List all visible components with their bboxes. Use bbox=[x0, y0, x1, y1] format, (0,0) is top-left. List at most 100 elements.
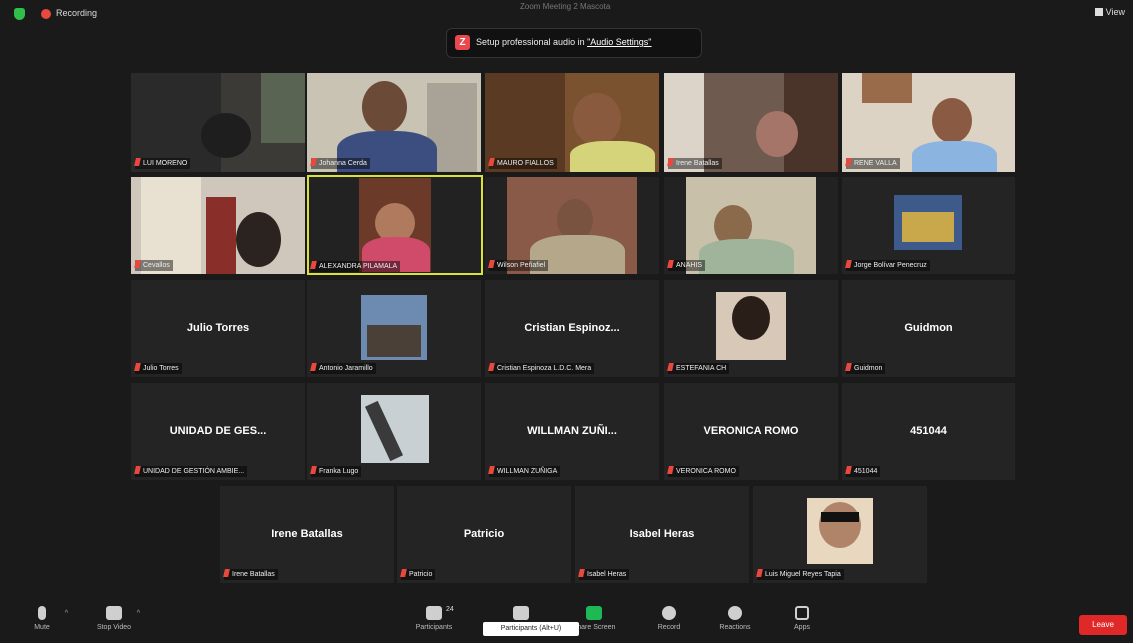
video-tile[interactable]: 451044 451044 bbox=[842, 383, 1015, 480]
participant-display-name: Isabel Heras bbox=[629, 527, 695, 540]
view-button[interactable]: View bbox=[1094, 7, 1125, 17]
participant-name-label: Jorge Bolívar Penecruz bbox=[845, 260, 930, 271]
participant-name-label: ANAHIS bbox=[667, 260, 706, 271]
participant-name-label: UNIDAD DE GESTIÓN AMBIE... bbox=[134, 466, 248, 477]
muted-mic-icon bbox=[756, 569, 763, 577]
video-tile[interactable]: Isabel Heras Isabel Heras bbox=[575, 486, 749, 583]
stop-video-button[interactable]: Stop Video ^ bbox=[86, 600, 142, 631]
muted-mic-icon bbox=[134, 466, 141, 474]
participant-name-label: Isabel Heras bbox=[578, 569, 630, 580]
record-button[interactable]: Record bbox=[641, 600, 697, 631]
muted-mic-icon bbox=[310, 466, 317, 474]
mute-button[interactable]: Mute ^ bbox=[14, 600, 70, 631]
participant-name-label: Julio Torres bbox=[134, 363, 182, 374]
video-tile[interactable]: UNIDAD DE GES... UNIDAD DE GESTIÓN AMBIE… bbox=[131, 383, 305, 480]
muted-mic-icon bbox=[134, 363, 141, 371]
video-tile-active-speaker[interactable]: ALEXANDRA PILAMALA bbox=[307, 175, 483, 275]
video-tile[interactable]: Irene Batallas Irene Batallas bbox=[220, 486, 394, 583]
chat-button[interactable] bbox=[493, 600, 549, 624]
video-tile[interactable]: Wilson Peñafiel bbox=[485, 177, 659, 274]
participant-name-label: WILLMAN ZUÑIGA bbox=[488, 466, 561, 477]
muted-mic-icon bbox=[488, 158, 495, 166]
participant-name-label: Guidmon bbox=[845, 363, 886, 374]
recording-icon bbox=[41, 9, 51, 19]
microphone-icon bbox=[38, 606, 46, 620]
participant-display-name: UNIDAD DE GES... bbox=[169, 424, 267, 437]
apps-button[interactable]: Apps bbox=[774, 600, 830, 631]
muted-mic-icon bbox=[667, 158, 674, 166]
participant-name-label: Antonio Jaramillo bbox=[310, 363, 376, 374]
video-tile[interactable]: MAURO FIALLOS bbox=[485, 73, 659, 172]
reactions-button[interactable]: Reactions bbox=[707, 600, 763, 631]
muted-mic-icon bbox=[845, 466, 852, 474]
participant-display-name: Julio Torres bbox=[186, 321, 250, 334]
participant-name-label: RENE VALLA bbox=[845, 158, 900, 169]
participant-name-label: MAURO FIALLOS bbox=[488, 158, 557, 169]
video-tile[interactable]: Irene Batallas bbox=[664, 73, 838, 172]
muted-mic-icon bbox=[845, 158, 852, 166]
muted-mic-icon bbox=[134, 158, 141, 166]
muted-mic-icon bbox=[845, 363, 852, 371]
chevron-up-icon[interactable]: ^ bbox=[137, 610, 140, 617]
video-tile[interactable]: Guidmon Guidmon bbox=[842, 280, 1015, 377]
participant-display-name: 451044 bbox=[910, 424, 947, 437]
leave-button[interactable]: Leave bbox=[1079, 615, 1127, 635]
notice-message: Setup professional audio in "Audio Setti… bbox=[476, 37, 652, 47]
meeting-title: Zoom Meeting 2 Mascota bbox=[520, 2, 611, 11]
participant-name-label: VERONICA ROMO bbox=[667, 466, 739, 477]
muted-mic-icon bbox=[310, 158, 317, 166]
video-tile[interactable]: LUI MORENO bbox=[131, 73, 305, 172]
video-tile[interactable]: Cevallos bbox=[131, 177, 305, 274]
smiley-icon bbox=[728, 606, 742, 620]
apps-icon bbox=[795, 606, 809, 620]
shield-icon[interactable] bbox=[14, 8, 25, 20]
video-tile[interactable]: Johanna Cerda bbox=[307, 73, 481, 172]
muted-mic-icon bbox=[845, 260, 852, 268]
video-tile[interactable]: Franka Lugo bbox=[307, 383, 481, 480]
muted-mic-icon bbox=[578, 569, 585, 577]
muted-mic-icon bbox=[310, 261, 317, 269]
muted-mic-icon bbox=[667, 466, 674, 474]
video-tile[interactable]: Antonio Jaramillo bbox=[307, 280, 481, 377]
participant-display-name: Irene Batallas bbox=[271, 527, 343, 540]
grid-view-icon bbox=[1094, 8, 1103, 16]
muted-mic-icon bbox=[667, 260, 674, 268]
muted-mic-icon bbox=[400, 569, 407, 577]
participant-display-name: Cristian Espinoz... bbox=[524, 321, 620, 334]
participant-name-label: ESTEFANIA CH bbox=[667, 363, 730, 374]
video-tile[interactable]: Julio Torres Julio Torres bbox=[131, 280, 305, 377]
participant-name-label: LUI MORENO bbox=[134, 158, 191, 169]
video-camera-icon bbox=[106, 606, 122, 620]
share-screen-icon bbox=[586, 606, 602, 620]
video-tile[interactable]: ESTEFANIA CH bbox=[664, 280, 838, 377]
participant-name-label: Cevallos bbox=[134, 260, 173, 271]
participant-name-label: Wilson Peñafiel bbox=[488, 260, 549, 271]
zoom-icon: Z bbox=[455, 35, 470, 50]
muted-mic-icon bbox=[223, 569, 230, 577]
muted-mic-icon bbox=[134, 260, 141, 268]
video-tile[interactable]: Patricio Patricio bbox=[397, 486, 571, 583]
participant-display-name: VERONICA ROMO bbox=[703, 424, 799, 437]
participant-name-label: Franka Lugo bbox=[310, 466, 362, 477]
view-label: View bbox=[1105, 7, 1125, 17]
video-tile[interactable]: VERONICA ROMO VERONICA ROMO bbox=[664, 383, 838, 480]
video-tile[interactable]: Cristian Espinoz... Cristian Espinoza L.… bbox=[485, 280, 659, 377]
video-tile[interactable]: ANAHIS bbox=[664, 177, 838, 274]
muted-mic-icon bbox=[488, 260, 495, 268]
recording-label: Recording bbox=[56, 8, 98, 18]
video-tile[interactable]: Jorge Bolívar Penecruz bbox=[842, 177, 1015, 274]
audio-settings-link[interactable]: "Audio Settings" bbox=[587, 37, 651, 47]
participant-name-label: Patricio bbox=[400, 569, 436, 580]
muted-mic-icon bbox=[488, 466, 495, 474]
audio-settings-notice: Z Setup professional audio in "Audio Set… bbox=[447, 29, 701, 57]
muted-mic-icon bbox=[310, 363, 317, 371]
video-tile[interactable]: Luis Miguel Reyes Tapia bbox=[753, 486, 927, 583]
participant-name-label: Luis Miguel Reyes Tapia bbox=[756, 569, 844, 580]
video-tile[interactable]: RENE VALLA bbox=[842, 73, 1015, 172]
participants-icon bbox=[426, 606, 442, 620]
top-bar: Recording Zoom Meeting 2 Mascota View bbox=[0, 0, 1133, 28]
video-tile[interactable]: WILLMAN ZUÑI... WILLMAN ZUÑIGA bbox=[485, 383, 659, 480]
chat-icon bbox=[513, 606, 529, 620]
participants-button[interactable]: Participants 24 bbox=[406, 600, 462, 631]
chevron-up-icon[interactable]: ^ bbox=[65, 610, 68, 617]
